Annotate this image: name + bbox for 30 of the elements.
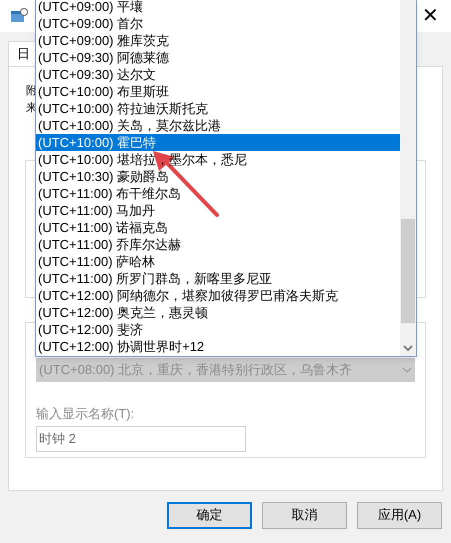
scrollbar[interactable] bbox=[400, 0, 416, 356]
timezone-option[interactable]: (UTC+11:00) 诺福克岛 bbox=[36, 219, 400, 236]
dialog-button[interactable]: 确定 bbox=[167, 502, 252, 528]
timezone-option[interactable]: (UTC+11:00) 马加丹 bbox=[36, 202, 400, 219]
timezone-option[interactable]: (UTC+10:00) 霍巴特 bbox=[36, 134, 400, 151]
timezone-option[interactable]: (UTC+10:00) 布里斯班 bbox=[36, 83, 400, 100]
timezone-option[interactable]: (UTC+12:00) 奥克兰，惠灵顿 bbox=[36, 304, 400, 321]
timezone-option[interactable]: (UTC+11:00) 所罗门群岛，新喀里多尼亚 bbox=[36, 270, 400, 287]
timezone-option[interactable]: (UTC+10:30) 豪勋爵岛 bbox=[36, 168, 400, 185]
timezone-option[interactable]: (UTC+11:00) 萨哈林 bbox=[36, 253, 400, 270]
scroll-down-icon[interactable] bbox=[403, 345, 413, 351]
timezone-option[interactable]: (UTC+11:00) 布干维尔岛 bbox=[36, 185, 400, 202]
timezone-option[interactable]: (UTC+11:00) 乔库尔达赫 bbox=[36, 236, 400, 253]
field-label: 输入显示名称(T): bbox=[36, 404, 136, 423]
chevron-down-icon bbox=[402, 366, 412, 372]
calendar-icon bbox=[10, 8, 28, 24]
dialog-button[interactable]: 取消 bbox=[262, 502, 347, 528]
scrollbar-thumb[interactable] bbox=[401, 219, 415, 323]
timezone-option[interactable]: (UTC+09:30) 阿德莱德 bbox=[36, 49, 400, 66]
close-icon[interactable]: ✕ bbox=[422, 6, 439, 26]
timezone-option[interactable]: (UTC+12:00) 协调世界时+12 bbox=[36, 338, 400, 355]
timezone-option[interactable]: (UTC+10:00) 关岛，莫尔兹比港 bbox=[36, 117, 400, 134]
dialog-button[interactable]: 应用(A) bbox=[357, 502, 442, 528]
timezone-option[interactable]: (UTC+09:00) 平壤 bbox=[36, 0, 400, 15]
timezone-option[interactable]: (UTC+12:00) 斐济 bbox=[36, 321, 400, 338]
timezone-option[interactable]: (UTC+09:00) 首尔 bbox=[36, 15, 400, 32]
timezone-option[interactable]: (UTC+09:30) 达尔文 bbox=[36, 66, 400, 83]
timezone-option[interactable]: (UTC+10:00) 符拉迪沃斯托克 bbox=[36, 100, 400, 117]
timezone-option[interactable]: (UTC+12:00) 阿纳德尔，堪察加彼得罗巴甫洛夫斯克 bbox=[36, 287, 400, 304]
timezone-option[interactable]: (UTC+09:00) 雅库茨克 bbox=[36, 32, 400, 49]
